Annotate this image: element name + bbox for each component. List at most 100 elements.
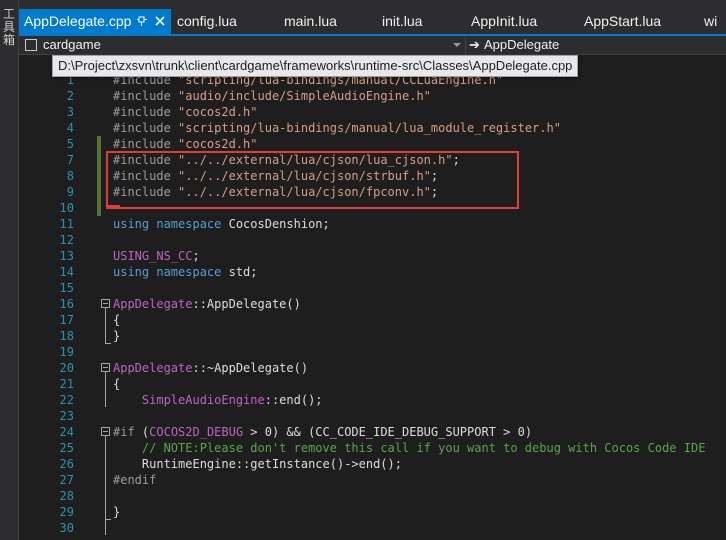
code-line[interactable]: 27 #endif	[19, 472, 726, 488]
token: "cocos2d.h"	[178, 137, 258, 151]
fold-guide-end	[105, 519, 111, 520]
tab-label: AppDelegate.cpp	[24, 13, 132, 29]
tab-overflow[interactable]: wi	[704, 9, 717, 33]
tab-appstart-lua[interactable]: AppStart.lua	[584, 9, 661, 33]
token: #include	[113, 121, 179, 135]
token: #include	[113, 105, 179, 119]
line-number: 7	[66, 153, 74, 167]
code-line[interactable]: 30	[19, 520, 726, 536]
code-line[interactable]: 18}	[19, 328, 726, 344]
code-line[interactable]: 20 AppDelegate::~AppDelegate()	[19, 360, 726, 376]
change-indicator	[97, 152, 101, 168]
code-line[interactable]: 28	[19, 488, 726, 504]
tab-main-lua[interactable]: main.lua	[284, 9, 337, 33]
tab-appdelegate-cpp[interactable]: AppDelegate.cpp	[19, 9, 171, 36]
token: RuntimeEngine::getInstance()->end();	[113, 457, 402, 471]
code-line[interactable]: 13 USING_NS_CC;	[19, 248, 726, 264]
code-line[interactable]: 5 #include "cocos2d.h"	[19, 136, 726, 152]
token: // NOTE:Please don't remove this call if…	[141, 441, 706, 455]
line-number: 5	[66, 137, 74, 151]
close-icon[interactable]	[154, 15, 166, 27]
fold-guide	[105, 487, 106, 535]
fold-guide-end	[105, 343, 111, 344]
line-number: 13	[59, 249, 74, 263]
line-number: 16	[59, 297, 74, 311]
fold-guide	[105, 372, 106, 407]
line-number: 2	[66, 89, 74, 103]
arrow-right-icon: ➔	[469, 37, 480, 52]
change-indicator	[97, 168, 101, 184]
token: ::end();	[264, 393, 323, 407]
code-line[interactable]: 21 {	[19, 376, 726, 392]
pin-icon[interactable]	[136, 15, 148, 27]
token: CocosDenshion;	[228, 217, 330, 231]
code-line[interactable]: 4 #include "scripting/lua-bindings/manual…	[19, 120, 726, 136]
code-editor[interactable]: 1 #include "scripting/lua-bindings/manual…	[19, 55, 726, 540]
code-text: USING_NS_CC;	[113, 248, 200, 264]
tab-appinit-lua[interactable]: AppInit.lua	[471, 9, 537, 33]
code-text: #include "cocos2d.h"	[113, 136, 258, 152]
code-line[interactable]: 2 #include "audio/include/SimpleAudioEngi…	[19, 88, 726, 104]
code-text: {	[113, 312, 120, 328]
chevron-down-icon[interactable]	[453, 43, 461, 47]
file-path-tooltip: D:\Project\zxsvn\trunk\client\cardgame\f…	[52, 55, 579, 77]
code-text: using namespace std;	[113, 264, 258, 280]
token: #endif	[113, 473, 157, 487]
code-line[interactable]: 12	[19, 232, 726, 248]
code-line[interactable]: 17 {	[19, 312, 726, 328]
fold-toggle-icon[interactable]	[101, 363, 110, 372]
project-name: cardgame	[43, 37, 101, 52]
project-dropdown[interactable]: cardgame	[23, 36, 461, 54]
code-line[interactable]: 24 #if (COCOS2D_DEBUG > 0) && (CC_CODE_ID…	[19, 424, 726, 440]
member-dropdown[interactable]: ➔ AppDelegate	[469, 36, 726, 54]
token: #if	[113, 425, 142, 439]
token: }	[113, 329, 121, 343]
code-text: SimpleAudioEngine::end();	[113, 392, 323, 408]
code-line[interactable]: 14 using namespace std;	[19, 264, 726, 280]
code-line[interactable]: 3 #include "cocos2d.h"	[19, 104, 726, 120]
code-line[interactable]: 29}	[19, 504, 726, 520]
fold-toggle-icon[interactable]	[101, 427, 110, 436]
line-number: 4	[66, 121, 74, 135]
line-number: 8	[66, 169, 74, 183]
code-line[interactable]: 22 SimpleAudioEngine::end();	[19, 392, 726, 408]
tab-init-lua[interactable]: init.lua	[382, 9, 422, 33]
code-line[interactable]: 16 AppDelegate::AppDelegate()	[19, 296, 726, 312]
line-number: 23	[59, 409, 74, 423]
code-text: RuntimeEngine::getInstance()->end();	[113, 456, 402, 472]
token: SimpleAudioEngine	[141, 393, 265, 407]
code-text: // NOTE:Please don't remove this call if…	[113, 440, 706, 456]
code-line[interactable]: 15	[19, 280, 726, 296]
token: ::~AppDelegate()	[192, 361, 309, 375]
code-line[interactable]: 11 using namespace CocosDenshion;	[19, 216, 726, 232]
tab-bar: AppDelegate.cpp config.lua main.lua init…	[19, 0, 726, 36]
line-number: 26	[59, 457, 74, 471]
token: using namespace	[113, 265, 229, 279]
code-text: }	[113, 328, 120, 344]
code-text: #endif	[113, 472, 156, 488]
fold-toggle-icon[interactable]	[101, 299, 110, 308]
code-text: AppDelegate::AppDelegate()	[113, 296, 301, 312]
code-line[interactable]: 26 RuntimeEngine::getInstance()->end();	[19, 456, 726, 472]
code-text: #include "audio/include/SimpleAudioEngin…	[113, 88, 431, 104]
code-line[interactable]: 23	[19, 408, 726, 424]
fold-guide	[105, 436, 106, 487]
line-number: 19	[59, 345, 74, 359]
token: COCOS2D_DEBUG	[149, 425, 244, 439]
line-number: 29	[59, 505, 74, 519]
line-number: 21	[59, 377, 74, 391]
code-line[interactable]: 19	[19, 344, 726, 360]
nav-separator	[465, 36, 466, 54]
line-number: 9	[66, 185, 74, 199]
code-line[interactable]: 25 // NOTE:Please don't remove this call…	[19, 440, 726, 456]
line-number: 12	[59, 233, 74, 247]
token: {	[113, 377, 121, 391]
change-indicator	[97, 136, 101, 152]
toolbox-label[interactable]: 工具箱	[1, 8, 17, 47]
line-number: 17	[59, 313, 74, 327]
toolbox-strip[interactable]: 工具箱	[0, 0, 19, 540]
tab-config-lua[interactable]: config.lua	[177, 9, 237, 33]
change-indicator	[97, 184, 101, 200]
